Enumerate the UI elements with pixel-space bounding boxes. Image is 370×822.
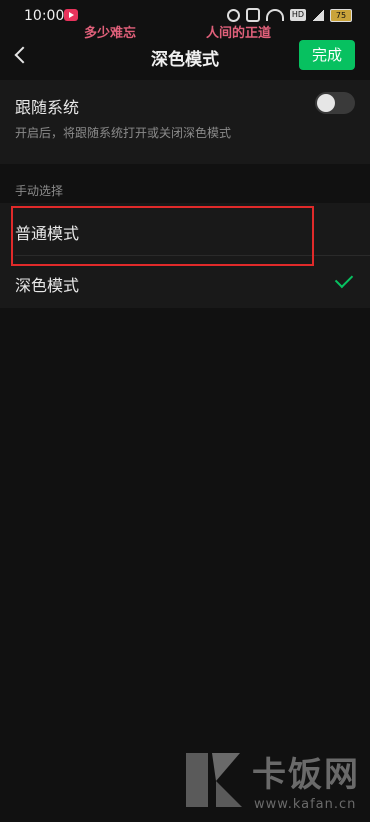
check-icon — [334, 269, 354, 289]
signal-icon — [312, 9, 324, 21]
video-app-icon — [64, 9, 78, 21]
status-time: 10:00 — [24, 8, 65, 24]
watermark-brand: 卡饭网 — [252, 755, 360, 795]
manual-section-label: 手动选择 — [15, 184, 64, 198]
wifi-icon — [265, 9, 284, 21]
watermark: 卡饭网 www.kafan.cn — [182, 745, 370, 820]
watermark-logo-icon — [186, 753, 242, 807]
status-bar: 10:00 多少难忘 人间的正道 HD 75 — [0, 0, 370, 41]
mode-option-label: 深色模式 — [15, 276, 80, 295]
nav-bar: 深色模式 完成 — [0, 34, 370, 78]
follow-system-toggle[interactable] — [315, 92, 355, 114]
done-button[interactable]: 完成 — [299, 40, 355, 70]
alarm-icon — [226, 8, 240, 22]
follow-system-label: 跟随系统 — [15, 98, 80, 117]
annotation-highlight-box — [11, 206, 314, 266]
battery-icon: 75 — [330, 8, 352, 22]
mute-icon — [245, 8, 260, 22]
follow-system-row: 跟随系统 开启后，将跟随系统打开或关闭深色模式 — [0, 80, 370, 164]
follow-system-description: 开启后，将跟随系统打开或关闭深色模式 — [15, 126, 232, 140]
status-icons: HD 75 — [226, 7, 352, 23]
toggle-knob — [317, 94, 335, 112]
hd-icon: HD — [289, 9, 306, 21]
watermark-url: www.kafan.cn — [254, 797, 357, 812]
